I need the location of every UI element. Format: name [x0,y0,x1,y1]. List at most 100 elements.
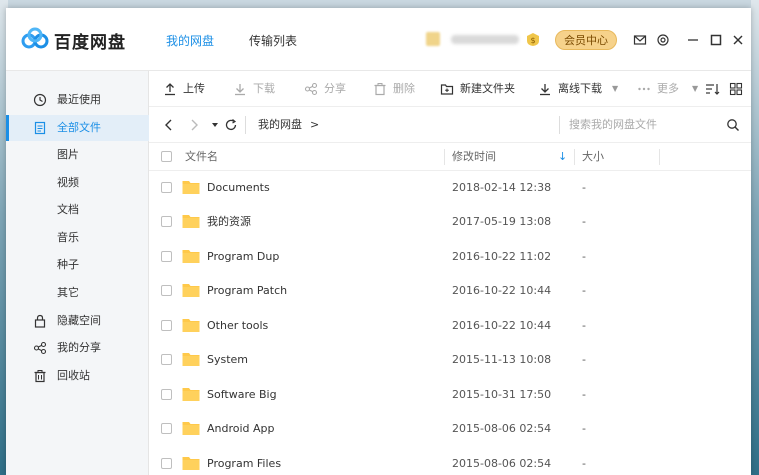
delete-button[interactable]: 删除 [373,71,423,107]
sidebar-item-label: 隐藏空间 [57,314,101,327]
table-row[interactable]: Android App 2015-08-06 02:54 - [149,412,751,446]
username-blurred[interactable] [451,35,519,44]
offline-download-button[interactable]: 离线下载 [538,71,623,107]
share-icon [304,82,318,96]
table-row[interactable]: Documents 2018-02-14 12:38 - [149,171,751,205]
row-checkbox[interactable] [161,251,172,262]
table-row[interactable]: Program Dup 2016-10-22 11:02 - [149,240,751,274]
file-modified: 2015-08-06 02:54 [452,422,552,435]
folder-icon [182,215,200,228]
file-modified: 2016-10-22 10:44 [452,319,552,332]
download-button[interactable]: 下载 [233,71,283,107]
sort-icon[interactable] [705,82,720,96]
row-checkbox[interactable] [161,389,172,400]
sidebar-item-label: 文档 [57,203,79,216]
sidebar-item-others[interactable]: 其它 [6,280,149,306]
share-button[interactable]: 分享 [304,71,354,107]
sidebar-item-label: 种子 [57,258,79,271]
row-checkbox[interactable] [161,216,172,227]
sidebar-item-images[interactable]: 图片 [6,142,149,168]
table-row[interactable]: 我的资源 2017-05-19 13:08 - [149,205,751,239]
refresh-icon[interactable] [224,118,238,132]
breadcrumb-root[interactable]: 我的网盘 [258,107,302,143]
chevron-down-icon[interactable]: ▼ [612,71,618,107]
file-size: - [582,388,586,401]
row-checkbox[interactable] [161,285,172,296]
file-modified: 2015-11-13 10:08 [452,353,552,366]
table-row[interactable]: System 2015-11-13 10:08 - [149,343,751,377]
table-row[interactable]: Other tools 2016-10-22 10:44 - [149,309,751,343]
table-row[interactable]: Software Big 2015-10-31 17:50 - [149,378,751,412]
tab-my-netdisk[interactable]: 我的网盘 [166,32,214,49]
sidebar-item-videos[interactable]: 视频 [6,170,149,196]
table-row[interactable]: Program Files 2015-08-06 02:54 - [149,447,751,475]
clock-icon [33,93,47,107]
row-checkbox[interactable] [161,423,172,434]
sidebar-item-hidden-space[interactable]: 隐藏空间 [6,308,149,334]
share-icon [33,341,47,355]
delete-label: 删除 [393,82,415,95]
new-folder-button[interactable]: 新建文件夹 [440,71,520,107]
row-checkbox[interactable] [161,458,172,469]
minimize-icon[interactable] [686,33,700,47]
sort-desc-icon[interactable]: ↓ [558,143,567,171]
forward-icon[interactable] [187,118,201,132]
offline-download-label: 离线下载 [558,82,602,95]
file-modified: 2016-10-22 10:44 [452,284,552,297]
search-icon[interactable] [726,118,740,132]
tab-transfer-list[interactable]: 传输列表 [249,32,297,49]
file-name: System [207,353,249,366]
file-size: - [582,353,586,366]
avatar[interactable] [426,32,440,46]
file-name: Program Dup [207,250,280,263]
grid-view-icon[interactable] [729,82,743,96]
row-checkbox[interactable] [161,354,172,365]
close-icon[interactable] [731,33,745,47]
file-size: - [582,215,586,228]
folder-icon [182,284,200,297]
breadcrumb-separator[interactable]: > [310,107,319,143]
search-input[interactable] [569,115,719,135]
trash-icon [374,83,386,96]
row-checkbox[interactable] [161,182,172,193]
column-divider[interactable] [444,149,445,165]
column-divider[interactable] [659,149,660,165]
column-header-name[interactable]: 文件名 [185,143,218,171]
maximize-icon[interactable] [709,33,723,47]
baidu-netdisk-logo-icon [21,27,49,49]
sidebar-item-recycle-bin[interactable]: 回收站 [6,363,149,389]
sidebar-item-docs[interactable]: 文档 [6,197,149,223]
file-size: - [582,422,586,435]
sidebar-item-label: 图片 [57,148,79,161]
file-modified: 2017-05-19 13:08 [452,215,552,228]
mail-icon[interactable] [633,33,647,47]
file-modified: 2015-08-06 02:54 [452,457,552,470]
svg-text:$: $ [530,36,535,45]
select-all-checkbox[interactable] [161,151,172,162]
sidebar: 最近使用 全部文件 图片 视频 文档 音乐 种子 其它 隐藏空间 我的分享 回收… [6,71,149,475]
more-button[interactable]: 更多 [637,71,687,107]
member-center-button[interactable]: 会员中心 [555,30,617,50]
sidebar-item-torrents[interactable]: 种子 [6,252,149,278]
column-header-size[interactable]: 大小 [582,143,604,171]
upload-button[interactable]: 上传 [163,71,213,107]
chevron-down-icon[interactable]: ▼ [692,71,698,107]
sidebar-item-recent[interactable]: 最近使用 [6,87,149,113]
sidebar-item-music[interactable]: 音乐 [6,225,149,251]
file-list-header: 文件名 修改时间 ↓ 大小 [149,143,751,171]
sidebar-item-label: 我的分享 [57,341,101,354]
sidebar-item-all-files[interactable]: 全部文件 [6,115,149,141]
lock-icon [34,314,46,328]
back-icon[interactable] [162,118,176,132]
file-size: - [582,250,586,263]
sidebar-item-my-shares[interactable]: 我的分享 [6,335,149,361]
table-row[interactable]: Program Patch 2016-10-22 10:44 - [149,274,751,308]
new-folder-label: 新建文件夹 [460,82,515,95]
row-checkbox[interactable] [161,320,172,331]
download-icon [235,84,245,96]
folder-icon [182,181,200,194]
history-dropdown-icon[interactable] [208,118,222,132]
settings-icon[interactable] [656,33,670,47]
column-header-modified[interactable]: 修改时间 [452,143,496,171]
column-divider[interactable] [574,149,575,165]
